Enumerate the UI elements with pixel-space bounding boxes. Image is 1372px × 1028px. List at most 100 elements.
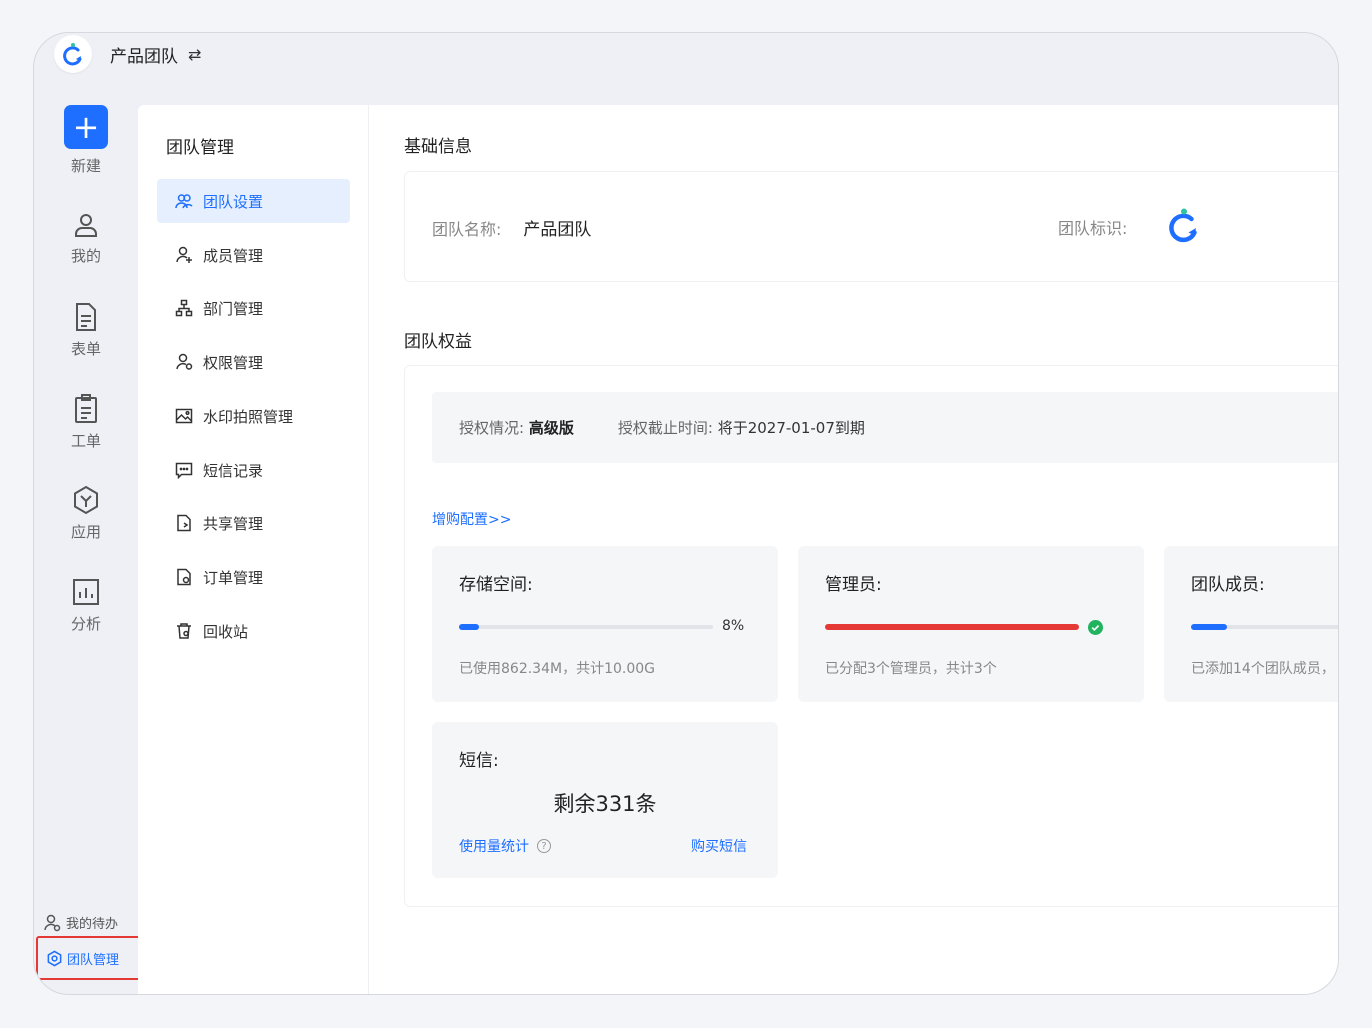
member-icon	[176, 246, 192, 263]
subnav-label: 短信记录	[203, 461, 264, 480]
sms-usage-link[interactable]: 使用量统计 ?	[459, 836, 551, 856]
license-expiry-label: 授权截止时间:	[617, 419, 713, 437]
storage-card: 存储空间: 8% 已使用862.34M，共计10.00G	[432, 546, 778, 702]
subnav-item-orders[interactable]: 订单管理	[157, 555, 350, 599]
subnav-label: 成员管理	[203, 246, 264, 265]
team-switcher[interactable]: 产品团队 ⇄	[110, 42, 201, 67]
rail-item-analytics[interactable]: 分析	[34, 577, 138, 634]
recycle-bin-icon	[177, 623, 191, 639]
benefits-title: 团队权益	[404, 332, 472, 352]
app-window: 产品团队 ⇄ + 新建 我的 表单 工单 应用 分析 我的待办 团队管理 团队管…	[33, 32, 1339, 995]
rail-label-new: 新建	[70, 157, 101, 175]
check-circle-icon	[1088, 620, 1103, 635]
rail-item-tickets[interactable]: 工单	[34, 394, 138, 451]
permission-icon	[176, 353, 193, 370]
storage-progress-track	[459, 624, 713, 630]
basic-info-title: 基础信息	[404, 137, 472, 157]
help-icon[interactable]: ?	[537, 839, 551, 853]
content-panel: 团队管理 团队设置 成员管理 部门管理 权限管理 水印拍照管理 短信记录 共享管…	[138, 105, 1338, 994]
admins-title: 管理员:	[825, 575, 882, 595]
subnav-item-members[interactable]: 成员管理	[157, 233, 350, 277]
sms-card: 短信: 剩余331条 使用量统计 ? 购买短信	[432, 722, 778, 878]
rail-label-forms: 表单	[70, 340, 101, 358]
team-manage-nav[interactable]: 团队管理	[36, 936, 146, 980]
clipboard-icon	[75, 394, 97, 423]
basic-info-card: 团队名称: 产品团队 团队标识:	[404, 171, 1338, 282]
admins-card: 管理员: 已分配3个管理员，共计3个	[798, 546, 1144, 702]
todo-user-icon	[44, 914, 61, 931]
subnav-title: 团队管理	[166, 138, 234, 158]
buy-config-link[interactable]: 增购配置>>	[432, 509, 511, 529]
team-management-subnav: 团队管理 团队设置 成员管理 部门管理 权限管理 水印拍照管理 短信记录 共享管…	[138, 105, 369, 994]
main-area: 基础信息 团队名称: 产品团队 团队标识: 团队权益 授权情况: 高级版 授权截…	[369, 105, 1338, 994]
rail-label-analytics: 分析	[70, 615, 101, 633]
team-logo-row: 团队标识:	[1058, 215, 1127, 239]
members-title: 团队成员:	[1191, 575, 1265, 595]
subnav-label: 权限管理	[203, 353, 264, 372]
subnav-label: 订单管理	[203, 568, 264, 587]
subnav-label: 部门管理	[203, 299, 264, 318]
subnav-item-watermark[interactable]: 水印拍照管理	[157, 394, 350, 438]
form-icon	[76, 303, 96, 331]
license-expiry-value: 将于2027-01-07到期	[717, 419, 865, 437]
subnav-label: 回收站	[203, 622, 249, 641]
storage-title: 存储空间:	[459, 575, 533, 595]
team-name-row: 团队名称: 产品团队	[432, 215, 592, 241]
team-name-label: 团队名称:	[432, 219, 502, 239]
swap-icon: ⇄	[188, 45, 202, 64]
rail-label-mine: 我的	[70, 247, 101, 265]
subnav-item-sms-records[interactable]: 短信记录	[157, 448, 350, 492]
rail-item-new[interactable]: + 新建	[34, 105, 138, 176]
storage-progress-fill	[459, 624, 480, 630]
storage-desc: 已使用862.34M，共计10.00G	[459, 661, 655, 677]
subnav-item-permissions[interactable]: 权限管理	[157, 340, 350, 384]
admins-progress-fill	[825, 624, 1079, 630]
sms-remaining: 剩余331条	[553, 792, 657, 816]
admins-desc: 已分配3个管理员，共计3个	[825, 661, 997, 677]
rail-item-forms[interactable]: 表单	[34, 302, 138, 359]
settings-hexagon-icon	[47, 950, 62, 966]
my-todo-label: 我的待办	[66, 917, 119, 932]
team-logo-icon[interactable]	[1163, 204, 1205, 246]
app-hexagon-icon	[74, 485, 98, 515]
members-desc: 已添加14个团队成员，	[1191, 661, 1335, 677]
top-bar: 产品团队 ⇄	[34, 33, 1338, 105]
sms-title: 短信:	[459, 751, 499, 771]
storage-percent: 8%	[722, 618, 745, 634]
subnav-label: 共享管理	[203, 514, 264, 533]
team-switcher-label: 产品团队	[110, 47, 178, 67]
app-logo[interactable]	[54, 35, 92, 73]
license-status-value: 高级版	[528, 419, 574, 437]
team-name-value: 产品团队	[523, 220, 592, 240]
subnav-label: 团队设置	[203, 192, 264, 211]
members-card: 团队成员: 已添加14个团队成员，	[1164, 546, 1338, 702]
org-chart-icon	[175, 299, 193, 317]
license-status: 授权情况: 高级版	[459, 417, 574, 438]
plus-icon: +	[64, 105, 108, 149]
subnav-label: 水印拍照管理	[203, 407, 294, 426]
license-status-label: 授权情况:	[459, 419, 525, 437]
subnav-item-departments[interactable]: 部门管理	[157, 286, 350, 330]
members-progress-track	[1191, 624, 1338, 630]
rail-label-tickets: 工单	[70, 432, 101, 450]
rail-item-mine[interactable]: 我的	[34, 211, 138, 266]
buy-sms-link[interactable]: 购买短信	[691, 836, 747, 856]
subnav-item-sharing[interactable]: 共享管理	[157, 501, 350, 545]
left-rail: + 新建 我的 表单 工单 应用 分析	[34, 105, 138, 994]
team-logo-label: 团队标识:	[1058, 219, 1128, 238]
share-file-icon	[177, 514, 191, 532]
order-file-icon	[177, 568, 191, 586]
sms-usage-label: 使用量统计	[459, 839, 529, 855]
subnav-item-team-settings[interactable]: 团队设置	[157, 179, 350, 223]
rail-label-apps: 应用	[70, 523, 101, 541]
subnav-item-recycle-bin[interactable]: 回收站	[157, 609, 350, 653]
members-progress-fill	[1191, 624, 1227, 630]
admins-progress-track	[825, 624, 1079, 630]
message-icon	[175, 462, 193, 479]
watermark-photo-icon	[175, 408, 193, 424]
user-icon	[75, 214, 97, 237]
benefits-card: 授权情况: 高级版 授权截止时间: 将于2027-01-07到期 增购配置>> …	[404, 365, 1338, 907]
rail-item-apps[interactable]: 应用	[34, 485, 138, 542]
my-todo-link[interactable]: 我的待办	[43, 913, 118, 932]
team-manage-nav-label: 团队管理	[67, 952, 120, 968]
